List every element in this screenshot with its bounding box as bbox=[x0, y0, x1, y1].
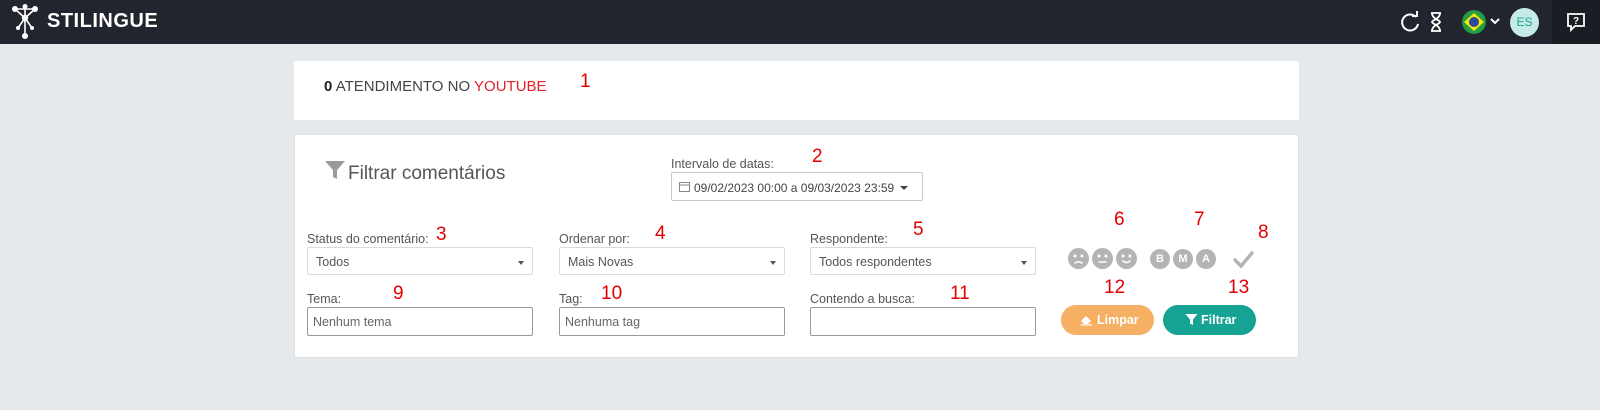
logo-icon[interactable] bbox=[10, 4, 40, 40]
order-value: Mais Novas bbox=[568, 255, 634, 269]
respondent-value: Todos respondentes bbox=[819, 255, 932, 269]
annotation-11: 11 bbox=[950, 283, 970, 304]
search-label: Contendo a busca: bbox=[810, 292, 915, 306]
help-icon[interactable]: ? bbox=[1565, 11, 1587, 33]
refresh-icon[interactable] bbox=[1398, 10, 1422, 34]
eraser-icon bbox=[1081, 316, 1092, 326]
check-icon[interactable] bbox=[1232, 248, 1254, 270]
theme-input[interactable] bbox=[307, 307, 533, 336]
order-label: Ordenar por: bbox=[559, 232, 630, 246]
annotation-1: 1 bbox=[580, 71, 591, 92]
top-navbar bbox=[0, 0, 1600, 44]
chevron-down-icon[interactable] bbox=[1488, 14, 1502, 28]
date-range-picker[interactable]: 09/02/2023 00:00 a 09/03/2023 23:59 bbox=[671, 172, 923, 201]
count-value: 0 bbox=[324, 78, 333, 95]
clear-button[interactable]: Limpar bbox=[1061, 305, 1154, 335]
annotation-2: 2 bbox=[812, 146, 823, 167]
caret-down-icon bbox=[900, 186, 908, 190]
annotation-6: 6 bbox=[1114, 209, 1125, 230]
annotation-3: 3 bbox=[436, 224, 447, 245]
status-label: Status do comentário: bbox=[307, 232, 429, 246]
quality-m-toggle[interactable]: M bbox=[1173, 249, 1193, 269]
annotation-9: 9 bbox=[393, 283, 404, 304]
channel-name: YOUTUBE bbox=[474, 78, 547, 95]
annotation-4: 4 bbox=[655, 223, 666, 244]
annotation-10: 10 bbox=[601, 283, 623, 304]
status-select[interactable]: Todos bbox=[307, 247, 533, 275]
status-value: Todos bbox=[316, 255, 350, 269]
filter-button[interactable]: Filtrar bbox=[1163, 305, 1256, 335]
caret-down-icon bbox=[518, 261, 524, 265]
user-avatar[interactable]: ES bbox=[1510, 8, 1539, 37]
service-count: 0 ATENDIMENTO NO YOUTUBE bbox=[324, 78, 547, 95]
filter-icon bbox=[1185, 314, 1198, 325]
svg-text:?: ? bbox=[1573, 16, 1579, 27]
filter-title: Filtrar comentários bbox=[348, 163, 506, 184]
positive-face-icon[interactable] bbox=[1116, 248, 1137, 269]
brazil-flag-icon[interactable] bbox=[1462, 10, 1486, 34]
order-select[interactable]: Mais Novas bbox=[559, 247, 785, 275]
clear-label: Limpar bbox=[1097, 313, 1139, 327]
hourglass-icon[interactable] bbox=[1424, 10, 1448, 34]
caret-down-icon bbox=[770, 261, 776, 265]
search-input[interactable] bbox=[810, 307, 1036, 336]
tag-label: Tag: bbox=[559, 292, 583, 306]
annotation-5: 5 bbox=[913, 219, 924, 240]
date-range-label: Intervalo de datas: bbox=[671, 157, 774, 171]
date-range-value: 09/02/2023 00:00 a 09/03/2023 23:59 bbox=[694, 181, 895, 195]
filter-label: Filtrar bbox=[1201, 313, 1237, 327]
annotation-12: 12 bbox=[1104, 277, 1126, 298]
quality-b-toggle[interactable]: B bbox=[1150, 249, 1170, 269]
quality-a-toggle[interactable]: A bbox=[1196, 249, 1216, 269]
respondent-label: Respondente: bbox=[810, 232, 888, 246]
negative-face-icon[interactable] bbox=[1068, 248, 1089, 269]
tag-input[interactable] bbox=[559, 307, 785, 336]
brand-name[interactable]: STILINGUE bbox=[47, 10, 158, 33]
annotation-7: 7 bbox=[1194, 209, 1205, 230]
count-text: ATENDIMENTO NO bbox=[335, 78, 471, 95]
annotation-8: 8 bbox=[1258, 222, 1269, 243]
caret-down-icon bbox=[1021, 261, 1027, 265]
annotation-13: 13 bbox=[1228, 277, 1250, 298]
calendar-icon bbox=[679, 182, 690, 192]
theme-label: Tema: bbox=[307, 292, 342, 306]
filter-icon bbox=[325, 161, 345, 179]
respondent-select[interactable]: Todos respondentes bbox=[810, 247, 1036, 275]
neutral-face-icon[interactable] bbox=[1092, 248, 1113, 269]
